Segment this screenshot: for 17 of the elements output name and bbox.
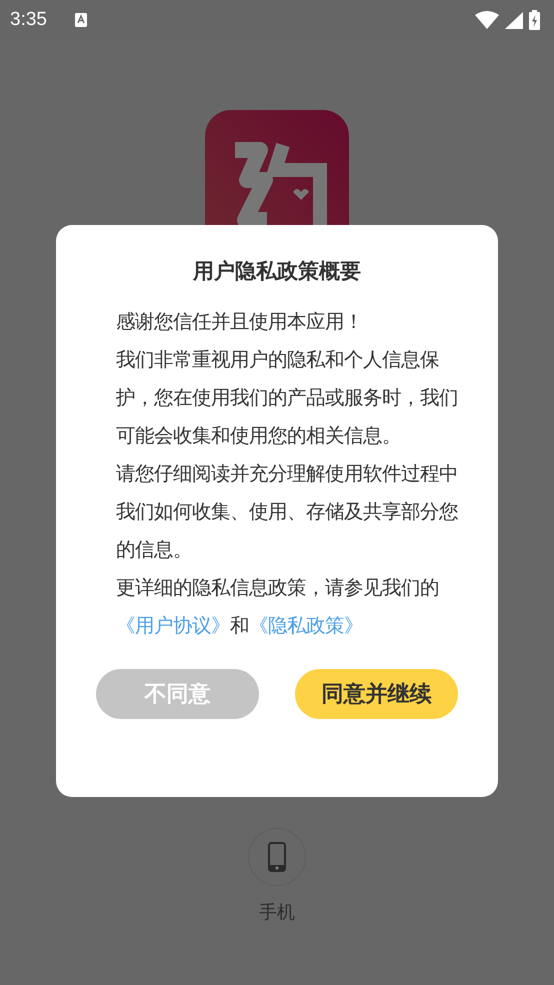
keyboard-icon <box>74 13 87 27</box>
agree-button[interactable]: 同意并继续 <box>295 669 458 719</box>
dialog-title: 用户隐私政策概要 <box>193 258 361 285</box>
login-option-label: 手机 <box>259 901 295 924</box>
status-time: 3:35 <box>10 9 47 31</box>
policy-paragraph: 我们非常重视用户的隐私和个人信息保护，您在使用我们的产品或服务时，我们可能会收集和使用您的相关信息。 <box>116 347 458 449</box>
phone-login-button[interactable] <box>248 828 306 886</box>
battery-icon <box>529 10 540 30</box>
phone-icon <box>268 842 286 872</box>
policy-link[interactable]: 《隐私政策》 <box>249 614 363 637</box>
policy-link[interactable]: 《用户协议》 <box>116 614 230 637</box>
policy-paragraph: 请您仔细阅读并充分理解使用软件过程中我们如何收集、使用、存储及共享部分您的信息。 <box>116 461 458 563</box>
decline-button[interactable]: 不同意 <box>96 669 259 719</box>
policy-paragraph: 更详细的隐私信息政策，请参见我们的 《用户协议》和《隐私政策》 <box>116 575 440 639</box>
wifi-icon <box>475 11 499 29</box>
signal-icon <box>505 12 523 28</box>
policy-paragraph: 感谢您信任并且使用本应用！ <box>116 309 364 335</box>
